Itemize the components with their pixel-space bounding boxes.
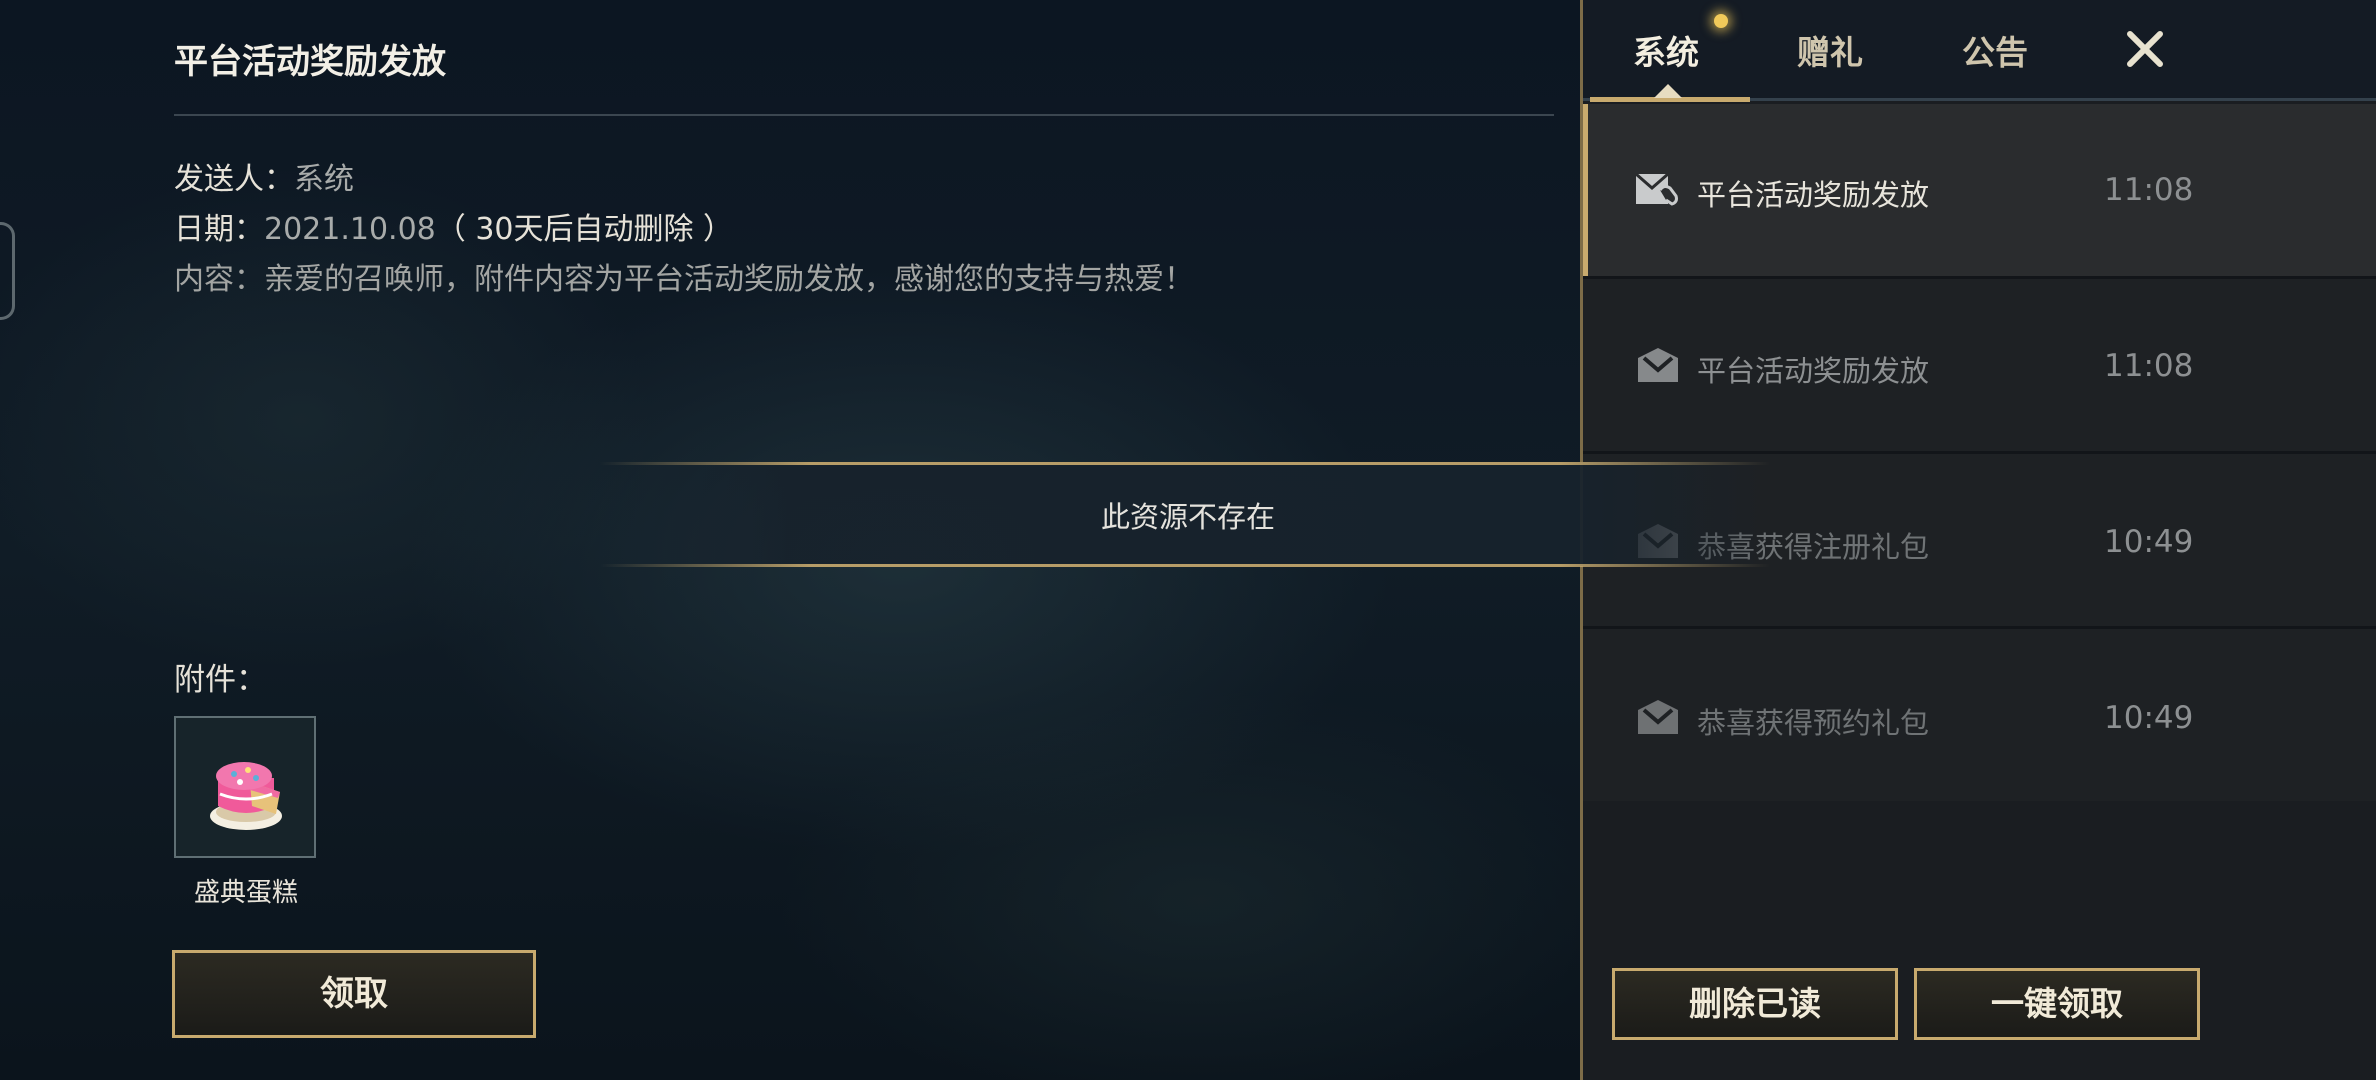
claim-button[interactable]: 领取 xyxy=(172,950,536,1038)
mail-attachment-icon xyxy=(1635,172,1678,206)
mail-title: 平台活动奖励发放 xyxy=(1697,178,1930,212)
sender-line: 发送人：系统 xyxy=(174,154,354,198)
date-line: 日期：2021.10.08（ 30天后自动删除 ） xyxy=(174,204,733,248)
attachment-label: 附件： xyxy=(174,662,267,698)
close-icon[interactable] xyxy=(2122,26,2168,72)
content-label: 内容： xyxy=(174,262,264,297)
content-line: 内容：亲爱的召唤师，附件内容为平台活动奖励发放，感谢您的支持与热爱！ xyxy=(174,254,1194,298)
date-value: 2021.10.08 xyxy=(264,212,436,247)
claim-all-button[interactable]: 一键领取 xyxy=(1914,968,2200,1040)
delete-read-button[interactable]: 删除已读 xyxy=(1612,968,1898,1040)
mail-time: 10:49 xyxy=(2104,700,2194,736)
auto-delete-note: （ 30天后自动删除 ） xyxy=(435,212,734,247)
attachment-name: 盛典蛋糕 xyxy=(193,878,298,908)
tab-gift[interactable]: 赠礼 xyxy=(1797,26,1863,74)
mail-time: 11:08 xyxy=(2104,348,2194,384)
cake-icon xyxy=(210,762,282,830)
tab-caret-icon xyxy=(1654,84,1682,98)
toast-message: 此资源不存在 xyxy=(1100,500,1275,534)
mail-title: 平台活动奖励发放 xyxy=(1697,354,1930,388)
mail-icon xyxy=(1638,348,1678,382)
detail-divider xyxy=(174,114,1554,116)
toast-border-bottom xyxy=(600,564,1770,567)
tab-announcement[interactable]: 公告 xyxy=(1962,26,2028,74)
attachment-slot[interactable] xyxy=(174,716,316,858)
content-value: 亲爱的召唤师，附件内容为平台活动奖励发放，感谢您的支持与热爱！ xyxy=(264,262,1194,297)
mail-icon xyxy=(1638,700,1678,734)
mail-time: 10:49 xyxy=(2104,524,2194,560)
side-hex-tab[interactable] xyxy=(0,222,15,320)
mail-detail-title: 平台活动奖励发放 xyxy=(174,42,446,82)
mail-title: 恭喜获得预约礼包 xyxy=(1697,706,1930,740)
sender-value: 系统 xyxy=(294,162,354,197)
notification-dot xyxy=(1714,14,1728,28)
toast-border-top xyxy=(600,462,1770,465)
tab-system[interactable]: 系统 xyxy=(1633,26,1699,74)
mail-time: 11:08 xyxy=(2104,172,2194,208)
sender-label: 发送人： xyxy=(174,162,294,197)
date-label: 日期： xyxy=(174,212,264,247)
